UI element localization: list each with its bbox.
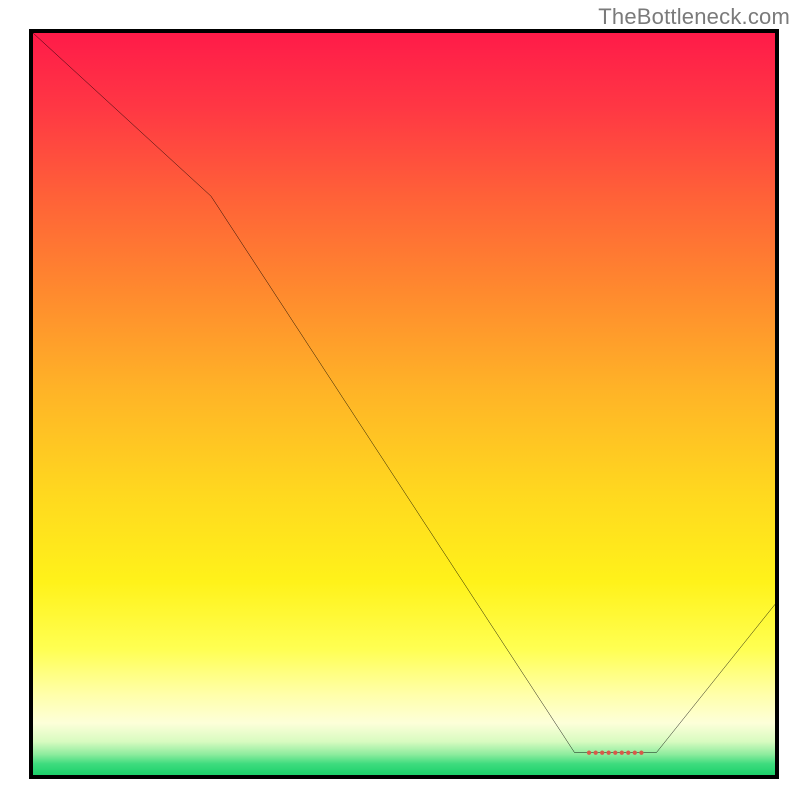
optimal-zone-marker: ●●●●●●●●● xyxy=(586,747,645,758)
heat-gradient-rect xyxy=(33,33,775,775)
chart-canvas: TheBottleneck.com ●●●●●●●●● xyxy=(0,0,800,800)
plot-svg xyxy=(33,33,775,775)
credit-watermark: TheBottleneck.com xyxy=(598,4,790,30)
plot-area: ●●●●●●●●● xyxy=(29,29,779,779)
